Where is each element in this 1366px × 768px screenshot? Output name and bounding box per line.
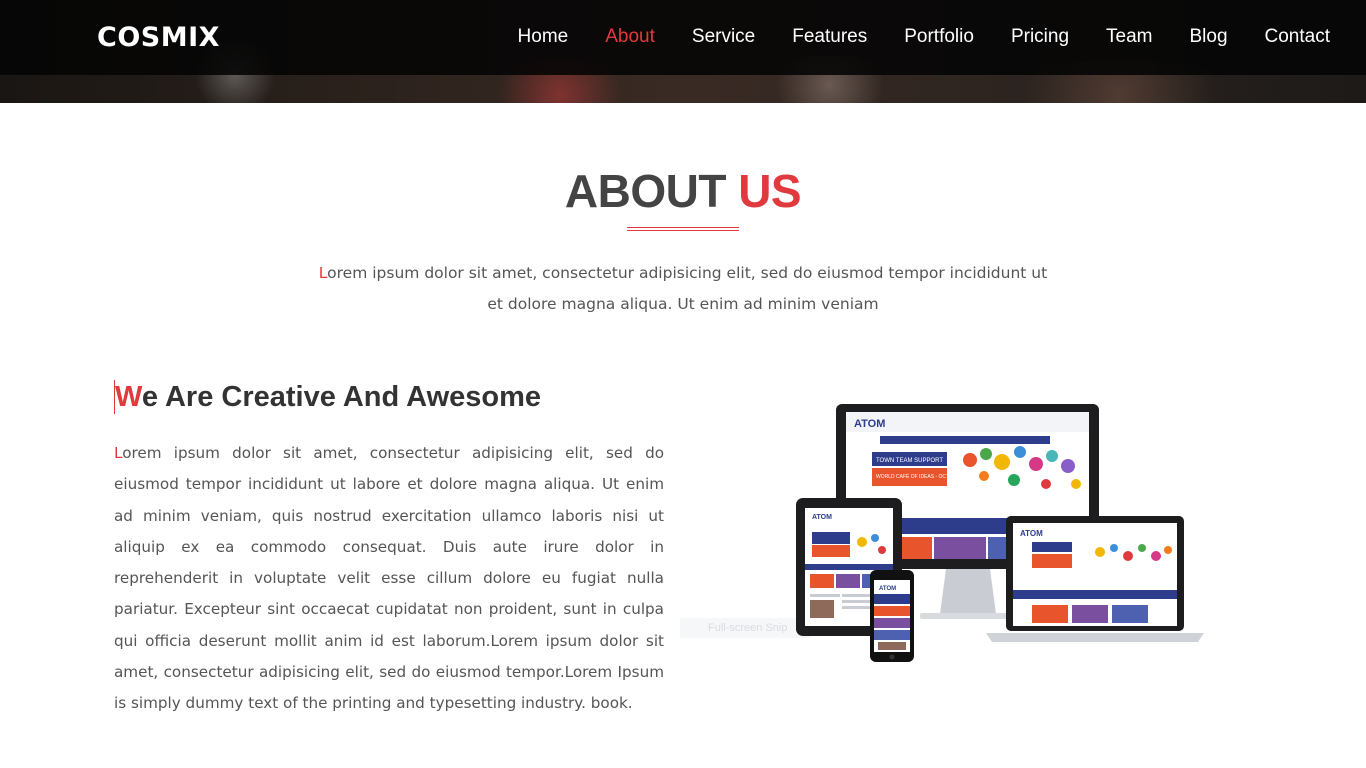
body-text: orem ipsum dolor sit amet, consectetur a… — [114, 444, 664, 713]
heading-first-letter: W — [115, 381, 142, 413]
desktop-banner-2: WORLD CAFÉ OF IDEAS - OCTOBER 2013 — [876, 473, 976, 480]
nav-link-features[interactable]: Features — [792, 26, 867, 48]
site-logo[interactable]: COSMIX — [97, 22, 220, 53]
nav-link-home[interactable]: Home — [518, 26, 569, 48]
about-title-main: ABOUT — [564, 165, 727, 217]
nav-link-blog[interactable]: Blog — [1189, 26, 1227, 48]
about-title-accent: US — [738, 165, 802, 217]
nav-link-portfolio[interactable]: Portfolio — [904, 26, 974, 48]
title-underline — [627, 227, 739, 231]
about-title: ABOUT US — [0, 164, 1366, 218]
nav-link-pricing[interactable]: Pricing — [1011, 26, 1069, 48]
navbar: COSMIX Home About Service Features Portfolio… — [0, 0, 1366, 75]
phone-site-logo: ATOM — [879, 586, 896, 592]
desktop-site-logo: ATOM — [854, 418, 885, 430]
nav-link-service[interactable]: Service — [692, 26, 755, 48]
laptop-site-logo: ATOM — [1020, 529, 1043, 538]
main-nav: Home About Service Features Portfolio Pricing… — [481, 26, 1330, 48]
intro-text: orem ipsum dolor sit amet, consectetur a… — [327, 264, 1048, 313]
responsive-devices-image: ATOM TOWN TEAM SUPPORT WORLD CAFÉ OF IDE… — [796, 404, 1204, 662]
phone: ATOM — [870, 570, 914, 662]
desktop-banner-1: TOWN TEAM SUPPORT — [876, 458, 943, 464]
laptop: ATOM — [986, 516, 1204, 642]
nav-link-team[interactable]: Team — [1106, 26, 1152, 48]
intro-first-letter: L — [318, 264, 328, 282]
nav-link-contact[interactable]: Contact — [1265, 26, 1330, 48]
tablet-site-logo: ATOM — [812, 514, 832, 521]
nav-link-about[interactable]: About — [605, 26, 655, 48]
heading-text: e Are Creative And Awesome — [141, 381, 542, 413]
feature-body: Lorem ipsum dolor sit amet, consectetur … — [114, 438, 664, 720]
feature-heading: We Are Creative And Awesome — [114, 380, 541, 414]
body-first-letter: L — [114, 444, 123, 462]
about-intro: Lorem ipsum dolor sit amet, consectetur … — [313, 258, 1053, 320]
